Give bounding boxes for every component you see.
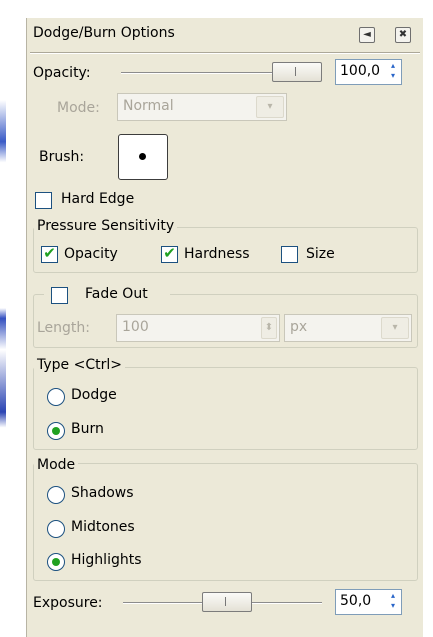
pressure-hardness-checkbox[interactable]: ✔ — [161, 244, 178, 263]
mode-midtones-radio[interactable] — [47, 520, 65, 538]
mode-highlights-radio[interactable] — [47, 553, 65, 571]
brush-label: Brush: — [39, 149, 85, 165]
exposure-spinbox[interactable]: 50,0 ▴ ▾ — [335, 589, 402, 615]
checkmark-icon: ✔ — [43, 244, 56, 262]
brush-preview-button[interactable] — [118, 134, 168, 180]
background-app-edge — [0, 100, 6, 620]
checkmark-icon: ✔ — [163, 244, 176, 262]
chevron-down-icon[interactable]: ▾ — [381, 317, 409, 339]
type-burn-label[interactable]: Burn — [71, 421, 104, 437]
exposure-value: 50,0 — [340, 593, 372, 609]
close-icon[interactable]: ✖ — [395, 27, 411, 43]
fade-unit-value: px — [290, 319, 308, 335]
type-title: Type <Ctrl> — [34, 357, 125, 373]
radio-selected-icon — [52, 558, 60, 566]
chevron-down-icon[interactable]: ▾ — [256, 96, 284, 118]
type-burn-radio[interactable] — [47, 422, 65, 440]
mode-select-value: Normal — [123, 98, 174, 114]
opacity-value: 100,0 — [340, 63, 381, 79]
pressure-sensitivity-title: Pressure Sensitivity — [34, 218, 178, 234]
spin-arrows-icon[interactable]: ⬍ — [261, 317, 277, 339]
opacity-slider-thumb[interactable] — [272, 62, 322, 82]
mode-label: Mode: — [57, 100, 100, 116]
fade-unit-select[interactable]: px ▾ — [284, 314, 412, 342]
mode-highlights-label[interactable]: Highlights — [71, 552, 142, 568]
exposure-label: Exposure: — [33, 595, 103, 611]
fade-length-value: 100 — [122, 319, 149, 335]
fade-out-label[interactable]: Fade Out — [85, 286, 148, 302]
type-frame — [33, 367, 418, 450]
opacity-spinbox[interactable]: 100,0 ▴ ▾ — [335, 59, 402, 85]
radio-selected-icon — [52, 427, 60, 435]
spin-arrows-icon[interactable]: ▴ ▾ — [386, 61, 400, 82]
spin-arrows-icon[interactable]: ▴ ▾ — [386, 591, 400, 612]
panel-title: Dodge/Burn Options — [33, 25, 175, 41]
brush-dot-icon — [139, 153, 146, 160]
pressure-size-label[interactable]: Size — [306, 246, 335, 262]
fade-length-input[interactable]: 100 ⬍ — [116, 314, 280, 342]
fade-out-checkbox[interactable] — [51, 287, 68, 304]
type-dodge-radio[interactable] — [47, 388, 65, 406]
pressure-opacity-label[interactable]: Opacity — [64, 246, 118, 262]
hard-edge-checkbox[interactable] — [35, 192, 52, 209]
mode-shadows-label[interactable]: Shadows — [71, 485, 134, 501]
opacity-label: Opacity: — [33, 65, 91, 81]
mode-group-title: Mode — [34, 457, 79, 473]
title-separator — [30, 52, 420, 54]
exposure-slider-thumb[interactable] — [202, 592, 252, 612]
mode-select[interactable]: Normal ▾ — [117, 93, 287, 121]
pressure-hardness-label[interactable]: Hardness — [184, 246, 250, 262]
pressure-size-checkbox[interactable] — [281, 246, 298, 263]
hard-edge-label[interactable]: Hard Edge — [61, 191, 134, 207]
mode-midtones-label[interactable]: Midtones — [71, 519, 135, 535]
panel-menu-icon[interactable]: ◄ — [359, 27, 375, 43]
pressure-opacity-checkbox[interactable]: ✔ — [41, 244, 58, 263]
type-dodge-label[interactable]: Dodge — [71, 387, 117, 403]
fade-length-label: Length: — [37, 320, 91, 336]
mode-shadows-radio[interactable] — [47, 486, 65, 504]
